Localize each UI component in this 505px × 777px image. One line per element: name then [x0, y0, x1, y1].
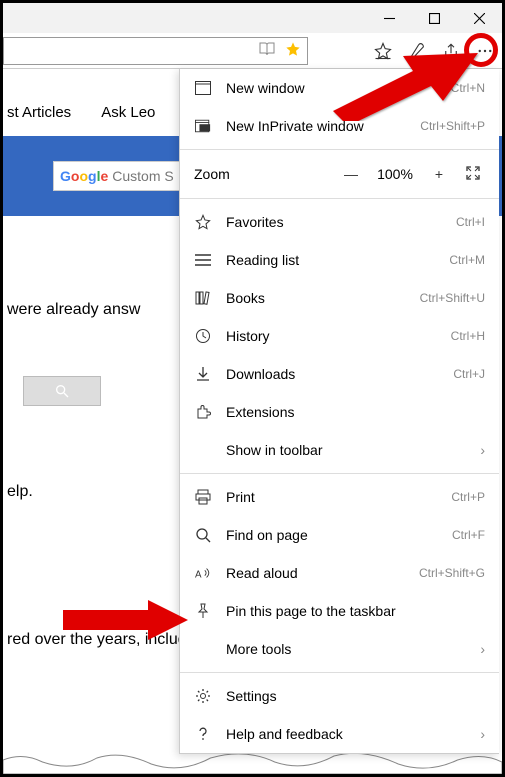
menu-read-aloud[interactable]: A Read aloud Ctrl+Shift+G: [180, 554, 499, 592]
menu-reading-list[interactable]: Reading list Ctrl+M: [180, 241, 499, 279]
nav-link-articles[interactable]: st Articles: [7, 104, 71, 121]
reading-list-icon: [194, 251, 212, 269]
download-icon: [194, 365, 212, 383]
menu-pin-taskbar[interactable]: Pin this page to the taskbar: [180, 592, 499, 630]
window-icon: [194, 79, 212, 97]
fullscreen-button[interactable]: [461, 166, 485, 183]
reading-view-icon[interactable]: [259, 42, 275, 59]
minimize-button[interactable]: [367, 3, 412, 33]
window-titlebar: [3, 3, 502, 33]
search-icon: [194, 526, 212, 544]
chevron-right-icon: ›: [480, 442, 485, 458]
chevron-right-icon: ›: [480, 726, 485, 742]
annotation-circle: [464, 33, 498, 67]
help-icon: [194, 725, 212, 743]
read-aloud-icon: A: [194, 564, 212, 582]
annotation-arrow-top: [323, 41, 483, 121]
menu-more-tools[interactable]: More tools ›: [180, 630, 499, 668]
pin-icon: [194, 602, 212, 620]
menu-find[interactable]: Find on page Ctrl+F: [180, 516, 499, 554]
menu-favorites[interactable]: Favorites Ctrl+I: [180, 203, 499, 241]
menu-history[interactable]: History Ctrl+H: [180, 317, 499, 355]
books-icon: [194, 289, 212, 307]
nav-link-ask[interactable]: Ask Leo: [101, 104, 155, 121]
chevron-right-icon: ›: [480, 641, 485, 657]
address-bar[interactable]: [3, 37, 308, 65]
inprivate-icon: [194, 117, 212, 135]
favorite-star-icon[interactable]: [285, 41, 301, 60]
gear-icon: [194, 687, 212, 705]
menu-help[interactable]: Help and feedback ›: [180, 715, 499, 753]
menu-settings[interactable]: Settings: [180, 677, 499, 715]
search-button[interactable]: [23, 376, 101, 406]
svg-text:A: A: [195, 569, 202, 580]
zoom-value: 100%: [373, 166, 417, 182]
zoom-in-button[interactable]: +: [427, 166, 451, 182]
annotation-arrow-settings: [58, 598, 193, 643]
menu-zoom: Zoom — 100% +: [180, 154, 499, 194]
maximize-button[interactable]: [412, 3, 457, 33]
extensions-icon: [194, 403, 212, 421]
history-icon: [194, 327, 212, 345]
settings-menu: New window Ctrl+N New InPrivate window C…: [179, 69, 499, 754]
menu-books[interactable]: Books Ctrl+Shift+U: [180, 279, 499, 317]
custom-search-input[interactable]: Google Custom S: [53, 161, 183, 191]
menu-extensions[interactable]: Extensions: [180, 393, 499, 431]
star-icon: [194, 213, 212, 231]
zoom-out-button[interactable]: —: [339, 166, 363, 182]
print-icon: [194, 488, 212, 506]
menu-print[interactable]: Print Ctrl+P: [180, 478, 499, 516]
menu-show-in-toolbar[interactable]: Show in toolbar ›: [180, 431, 499, 469]
menu-downloads[interactable]: Downloads Ctrl+J: [180, 355, 499, 393]
close-button[interactable]: [457, 3, 502, 33]
